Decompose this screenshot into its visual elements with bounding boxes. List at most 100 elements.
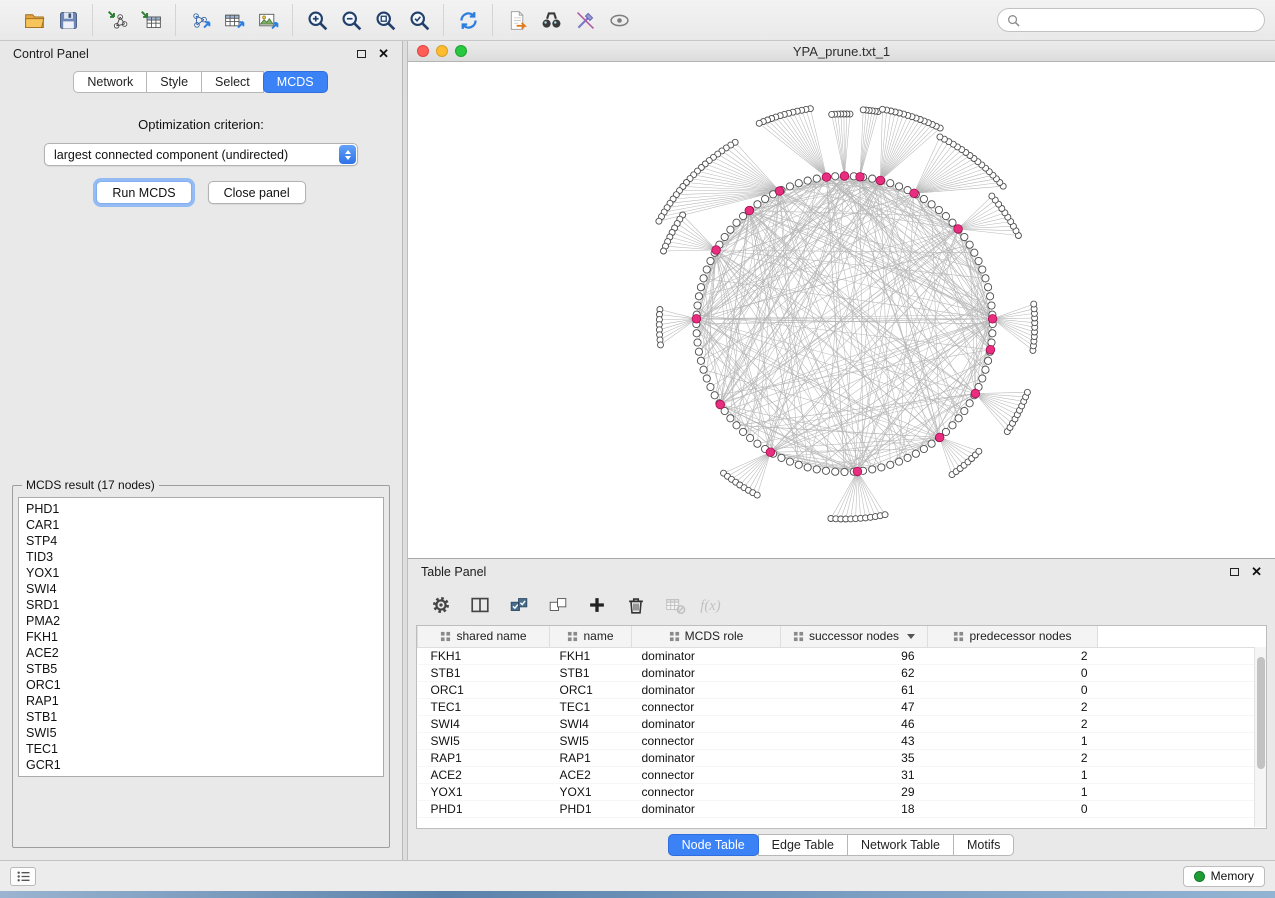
select-all-button[interactable]: [506, 592, 532, 618]
export-table-button[interactable]: [217, 5, 251, 35]
export-document-button[interactable]: [500, 5, 534, 35]
table-vertical-scrollbar[interactable]: [1254, 647, 1266, 827]
column-header-label: MCDS role: [685, 629, 744, 643]
result-list-item[interactable]: STP4: [26, 533, 376, 549]
search-box[interactable]: [997, 8, 1265, 32]
status-bar: Memory: [0, 860, 1275, 891]
tab-select[interactable]: Select: [201, 71, 264, 93]
tab-edge-table[interactable]: Edge Table: [758, 834, 848, 856]
table-cell: SWI4: [550, 715, 632, 732]
tab-mcds[interactable]: MCDS: [263, 71, 328, 93]
result-list-item[interactable]: FKH1: [26, 629, 376, 645]
result-list-item[interactable]: RAP1: [26, 693, 376, 709]
zoom-fit-button[interactable]: [368, 5, 402, 35]
deselect-all-icon: [547, 594, 569, 616]
table-cell: SWI5: [550, 732, 632, 749]
table-row[interactable]: PHD1PHD1dominator180: [418, 800, 1267, 817]
memory-button[interactable]: Memory: [1183, 866, 1265, 887]
zoom-in-button[interactable]: [300, 5, 334, 35]
close-window-icon[interactable]: [417, 45, 429, 57]
select-all-icon: [508, 594, 530, 616]
result-list-item[interactable]: SWI4: [26, 581, 376, 597]
table-row[interactable]: RAP1RAP1dominator352: [418, 749, 1267, 766]
network-canvas[interactable]: [408, 62, 1275, 558]
result-list-item[interactable]: CAR1: [26, 517, 376, 533]
table-row[interactable]: SWI4SWI4dominator462: [418, 715, 1267, 732]
float-panel-icon[interactable]: [357, 50, 366, 58]
close-panel-icon[interactable]: ✕: [378, 47, 389, 60]
column-header-name[interactable]: name: [550, 626, 632, 647]
export-image-button[interactable]: [251, 5, 285, 35]
scrollbar-thumb[interactable]: [1257, 657, 1265, 769]
column-header-mcds-role[interactable]: MCDS role: [632, 626, 781, 647]
result-list-item[interactable]: YOX1: [26, 565, 376, 581]
table-cell: 43: [781, 732, 928, 749]
delete-table-icon: [664, 594, 686, 616]
table-cell: dominator: [632, 647, 781, 664]
close-table-panel-icon[interactable]: ✕: [1251, 565, 1262, 578]
search-input[interactable]: [1025, 13, 1255, 27]
delete-button[interactable]: [623, 592, 649, 618]
table-cell-filler: [1098, 698, 1267, 715]
minimize-window-icon[interactable]: [436, 45, 448, 57]
mcds-result-groupbox: MCDS result (17 nodes) PHD1CAR1STP4TID3Y…: [12, 478, 390, 848]
show-hide-button[interactable]: [602, 5, 636, 35]
deselect-all-button[interactable]: [545, 592, 571, 618]
table-cell: 2: [928, 698, 1098, 715]
run-mcds-button[interactable]: Run MCDS: [96, 181, 191, 204]
function-builder-icon: f(x): [697, 594, 731, 616]
criterion-dropdown[interactable]: largest connected component (undirected): [44, 143, 358, 166]
result-list-item[interactable]: TEC1: [26, 741, 376, 757]
table-cell: YOX1: [418, 783, 550, 800]
column-header-successor-nodes[interactable]: successor nodes: [781, 626, 928, 647]
tab-node-table[interactable]: Node Table: [668, 834, 759, 856]
tab-network[interactable]: Network: [73, 71, 147, 93]
save-button[interactable]: [51, 5, 85, 35]
table-row[interactable]: ACE2ACE2connector311: [418, 766, 1267, 783]
result-list-item[interactable]: STB1: [26, 709, 376, 725]
maximize-window-icon[interactable]: [455, 45, 467, 57]
refresh-layout-button[interactable]: [451, 5, 485, 35]
function-builder-button[interactable]: f(x): [701, 592, 727, 618]
graphics-details-button[interactable]: [568, 5, 602, 35]
column-header-predecessor-nodes[interactable]: predecessor nodes: [928, 626, 1098, 647]
table-row[interactable]: TEC1TEC1connector472: [418, 698, 1267, 715]
import-table-button[interactable]: [134, 5, 168, 35]
find-button[interactable]: [534, 5, 568, 35]
table-row[interactable]: FKH1FKH1dominator962: [418, 647, 1267, 664]
table-row[interactable]: SWI5SWI5connector431: [418, 732, 1267, 749]
result-list-item[interactable]: PHD1: [26, 501, 376, 517]
table-cell: ACE2: [550, 766, 632, 783]
tab-motifs[interactable]: Motifs: [953, 834, 1014, 856]
table-row[interactable]: YOX1YOX1connector291: [418, 783, 1267, 800]
result-list-item[interactable]: SRD1: [26, 597, 376, 613]
mcds-result-list[interactable]: PHD1CAR1STP4TID3YOX1SWI4SRD1PMA2FKH1ACE2…: [18, 497, 384, 777]
result-list-item[interactable]: GCR1: [26, 757, 376, 773]
float-table-panel-icon[interactable]: [1230, 568, 1239, 576]
result-list-item[interactable]: TID3: [26, 549, 376, 565]
add-button[interactable]: [584, 592, 610, 618]
result-list-item[interactable]: ORC1: [26, 677, 376, 693]
delete-table-button[interactable]: [662, 592, 688, 618]
result-list-item[interactable]: SWI5: [26, 725, 376, 741]
gear-button[interactable]: [428, 592, 454, 618]
result-list-item[interactable]: ACE2: [26, 645, 376, 661]
criterion-dropdown-value: largest connected component (undirected): [54, 148, 288, 162]
zoom-out-button[interactable]: [334, 5, 368, 35]
tab-style[interactable]: Style: [146, 71, 202, 93]
open-folder-button[interactable]: [17, 5, 51, 35]
zoom-out-icon: [340, 9, 363, 32]
result-list-item[interactable]: STB5: [26, 661, 376, 677]
import-network-button[interactable]: [100, 5, 134, 35]
table-row[interactable]: ORC1ORC1dominator610: [418, 681, 1267, 698]
network-window-titlebar[interactable]: YPA_prune.txt_1: [408, 41, 1275, 62]
zoom-selected-button[interactable]: [402, 5, 436, 35]
task-history-button[interactable]: [10, 867, 36, 886]
split-columns-button[interactable]: [467, 592, 493, 618]
tab-network-table[interactable]: Network Table: [847, 834, 954, 856]
result-list-item[interactable]: PMA2: [26, 613, 376, 629]
export-network-button[interactable]: [183, 5, 217, 35]
close-panel-button[interactable]: Close panel: [208, 181, 306, 204]
column-header-shared-name[interactable]: shared name: [418, 626, 550, 647]
table-row[interactable]: STB1STB1dominator620: [418, 664, 1267, 681]
